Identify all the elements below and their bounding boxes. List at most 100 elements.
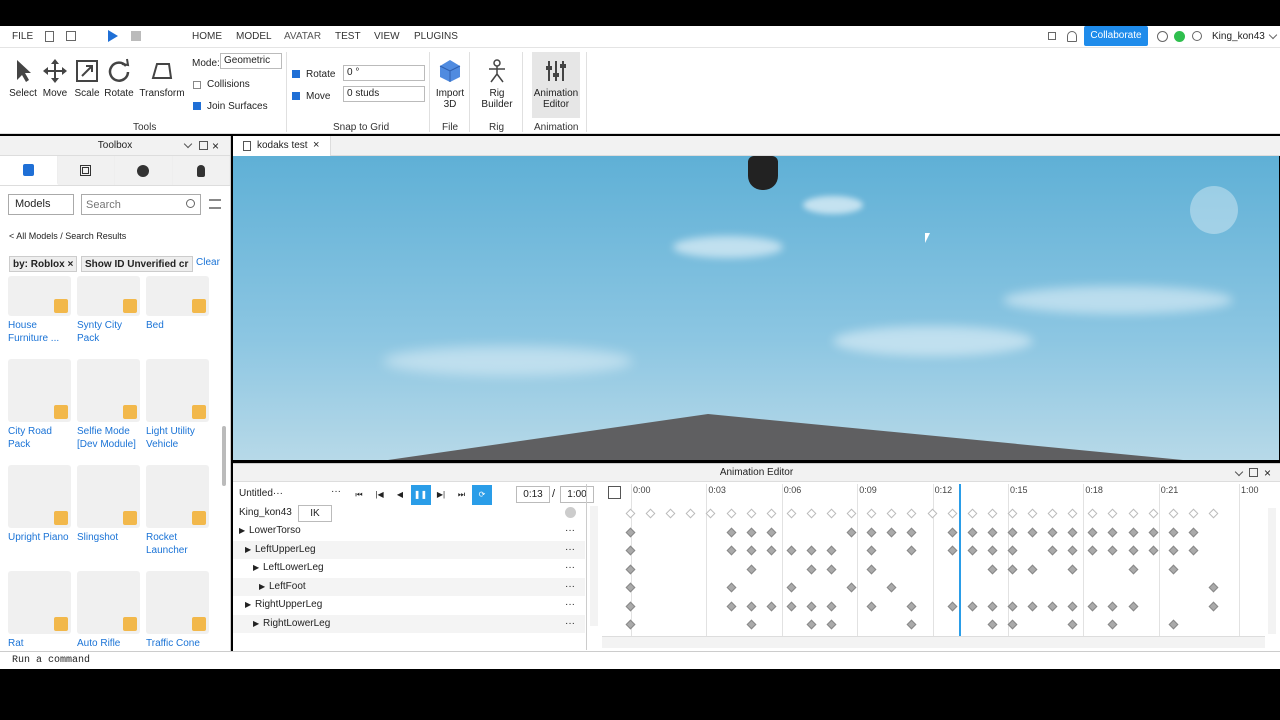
breadcrumb[interactable]: < All Models / Search Results [9,231,126,241]
add-track-icon[interactable] [565,507,576,518]
keyframe[interactable] [806,545,817,556]
keyframe[interactable] [846,527,857,537]
loop-icon[interactable]: ⟳ [472,485,492,505]
rig-builder-button[interactable]: Rig Builder [478,58,516,110]
track-scrollbar[interactable] [590,506,598,626]
keyframe[interactable] [906,545,917,556]
keyframe[interactable] [1188,527,1199,537]
track-options-icon[interactable]: ··· [565,596,575,614]
total-time-input[interactable]: 1:00 [560,486,594,503]
close-icon[interactable]: × [212,139,219,153]
transform-tool[interactable]: Transform [139,58,185,99]
tab-kodaks-test[interactable]: kodaks test × [233,136,331,156]
keyframe[interactable] [866,564,877,574]
asset-item[interactable]: Bed [146,276,210,332]
keyframe[interactable] [826,601,837,611]
keyframe[interactable] [1188,545,1199,556]
keyframe[interactable] [1107,545,1118,556]
keyframe[interactable] [786,582,797,593]
keyframe[interactable] [1208,601,1219,611]
track-options-icon[interactable]: ··· [565,559,575,577]
keyframe[interactable] [665,508,676,519]
menu-home[interactable]: HOME [192,31,222,42]
more-options-icon[interactable]: ··· [331,486,341,497]
keyframe[interactable] [1148,508,1159,519]
keyframe[interactable] [1067,545,1078,556]
keyframe[interactable] [927,508,937,519]
keyframe[interactable] [1087,527,1098,537]
keyframe[interactable] [726,508,736,519]
view-cube[interactable] [1190,186,1238,234]
keyframe[interactable] [786,508,797,519]
keyframe[interactable] [906,601,917,611]
expand-arrow-icon[interactable]: ▶ [253,615,259,633]
step-back-icon[interactable]: |◀ [370,485,390,505]
keyframe[interactable] [625,508,636,519]
rotate-tool[interactable]: Rotate [104,58,134,99]
expand-arrow-icon[interactable]: ▶ [245,541,251,559]
keyframe[interactable] [766,545,777,556]
close-icon[interactable]: × [313,139,319,151]
notification-icon[interactable] [1067,31,1077,42]
track-row[interactable]: ▶ RightLowerLeg ··· [233,614,585,633]
skip-start-icon[interactable]: ⏮ [349,485,369,505]
keyframe[interactable] [846,508,857,519]
chevron-down-icon[interactable] [1268,30,1278,40]
filter-chip-unverified[interactable]: Show ID Unverified cr [81,256,193,272]
playhead[interactable] [959,484,961,636]
keyframe[interactable] [1047,601,1058,611]
collaborate-button[interactable]: Collaborate [1084,26,1148,46]
animation-name[interactable]: Untitled··· [239,488,283,499]
asset-item[interactable]: Light Utility Vehicle [146,359,210,451]
scale-tool[interactable]: Scale [72,58,102,99]
expand-arrow-icon[interactable]: ▶ [259,578,265,596]
keyframe[interactable] [1148,527,1159,537]
keyframe[interactable] [987,601,998,611]
asset-item[interactable]: Auto Rifle [77,571,141,650]
keyframe[interactable] [846,582,857,593]
move-tool[interactable]: Move [40,58,70,99]
tab-creations[interactable] [172,156,230,185]
keyframe[interactable] [987,508,998,519]
keyframe[interactable] [705,508,716,519]
keyframe[interactable] [866,601,877,611]
keyframe[interactable] [1128,601,1138,611]
join-surfaces-checkbox[interactable] [193,102,201,110]
track-options-icon[interactable]: ··· [565,578,575,596]
keyframe[interactable] [625,527,636,537]
keyframe[interactable] [726,601,736,611]
keyframe[interactable] [1067,527,1078,537]
stop-icon[interactable] [131,31,141,41]
keyframe[interactable] [1067,564,1078,574]
keyframe[interactable] [1107,527,1118,537]
asset-item[interactable]: House Furniture ... [8,276,72,345]
step-forward-icon[interactable]: ▶| [431,485,451,505]
keyframe[interactable] [746,545,757,556]
expand-arrow-icon[interactable]: ▶ [239,522,245,540]
keyframe[interactable] [766,508,777,519]
search-icon[interactable] [186,199,195,208]
keyframe[interactable] [1027,508,1038,519]
keyframe[interactable] [866,545,877,556]
keyframe[interactable] [967,508,978,519]
asset-item[interactable]: Selfie Mode [Dev Module] [77,359,141,451]
keyframe[interactable] [1188,508,1199,519]
keyframe[interactable] [906,527,917,537]
keyframe[interactable] [685,508,696,519]
undock-icon[interactable] [1249,468,1258,477]
pause-icon[interactable]: ❚❚ [410,485,431,505]
keyframe[interactable] [625,619,636,630]
move-snap-checkbox[interactable] [292,92,300,100]
keyframe[interactable] [806,601,817,611]
timeline-horizontal-scrollbar[interactable] [602,636,1265,648]
keyframe[interactable] [1047,545,1058,556]
asset-item[interactable]: Traffic Cone [146,571,210,650]
current-time-input[interactable]: 0:13 [516,486,550,503]
keyframe[interactable] [1087,601,1098,611]
keyframe[interactable] [1128,527,1138,537]
keyframe[interactable] [1168,527,1179,537]
keyframe[interactable] [866,527,877,537]
track-options-icon[interactable]: ··· [565,522,575,540]
keyframe[interactable] [826,508,837,519]
keyframe[interactable] [1107,508,1118,519]
